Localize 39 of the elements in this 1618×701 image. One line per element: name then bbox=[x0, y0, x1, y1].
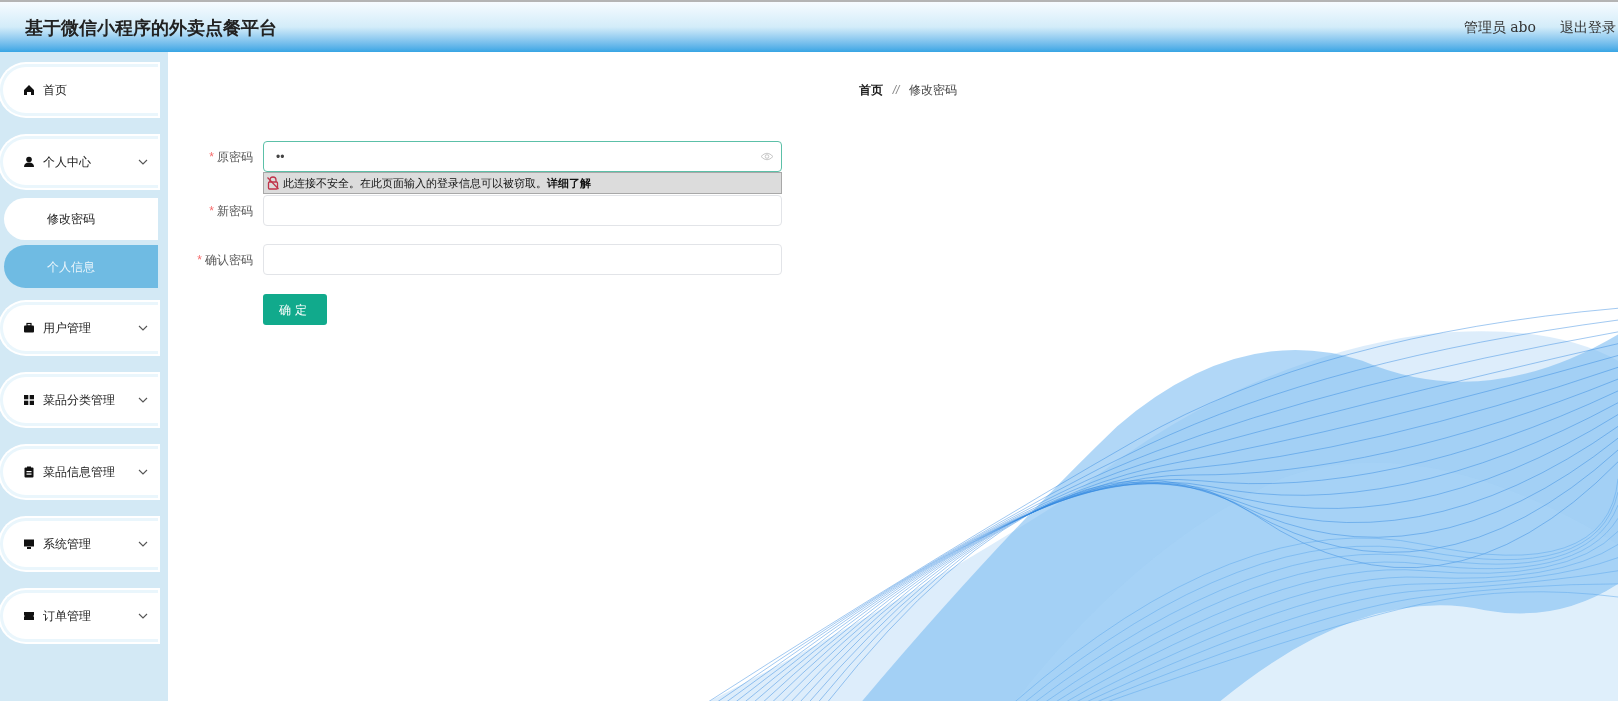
chevron-down-icon bbox=[138, 325, 148, 331]
monitor-icon bbox=[23, 538, 35, 550]
user-name: 管理员 abo bbox=[1463, 17, 1536, 37]
logout-link[interactable]: 退出登录 bbox=[1560, 16, 1616, 38]
clipboard-icon bbox=[23, 466, 35, 478]
required-mark: * bbox=[209, 202, 214, 220]
chevron-down-icon bbox=[138, 541, 148, 547]
ticket-icon bbox=[23, 610, 35, 622]
sidebar-item[interactable]: 系统管理 bbox=[0, 518, 158, 570]
person-icon bbox=[23, 156, 35, 168]
sidebar-item[interactable]: 订单管理 bbox=[0, 590, 158, 642]
required-mark: * bbox=[197, 251, 202, 269]
sidebar-item[interactable]: 个人中心 bbox=[0, 136, 158, 188]
app-title: 基于微信小程序的外卖点餐平台 bbox=[25, 15, 277, 40]
password-field[interactable] bbox=[263, 195, 782, 226]
sidebar-item[interactable]: 菜品信息管理 bbox=[0, 446, 158, 498]
sidebar-item[interactable]: 首页 bbox=[0, 64, 158, 116]
security-warning-text: 此连接不安全。在此页面输入的登录信息可以被窃取。详细了解 bbox=[283, 175, 591, 191]
breadcrumb-current: 修改密码 bbox=[909, 82, 958, 99]
password-field[interactable]: •• bbox=[263, 141, 782, 172]
home-icon bbox=[23, 84, 35, 96]
grid-icon bbox=[23, 394, 35, 406]
chevron-down-icon bbox=[138, 397, 148, 403]
field-label: 确认密码 bbox=[205, 251, 253, 269]
field-label: 原密码 bbox=[217, 148, 253, 166]
sidebar-item[interactable]: 菜品分类管理 bbox=[0, 374, 158, 426]
breadcrumb-separator: // bbox=[892, 82, 900, 99]
password-field[interactable] bbox=[263, 244, 782, 275]
field-label: 新密码 bbox=[217, 202, 253, 220]
chevron-down-icon bbox=[138, 159, 148, 165]
briefcase-icon bbox=[23, 322, 35, 334]
unlocked-warning-icon bbox=[267, 176, 279, 190]
breadcrumb-link[interactable]: 首页 bbox=[858, 81, 883, 99]
eye-icon[interactable] bbox=[760, 152, 774, 161]
sidebar-item[interactable]: 用户管理 bbox=[0, 302, 158, 354]
sidebar-subitem[interactable]: 修改密码 bbox=[4, 198, 158, 240]
chevron-down-icon bbox=[138, 469, 148, 475]
required-mark: * bbox=[209, 148, 214, 166]
chevron-down-icon bbox=[138, 613, 148, 619]
